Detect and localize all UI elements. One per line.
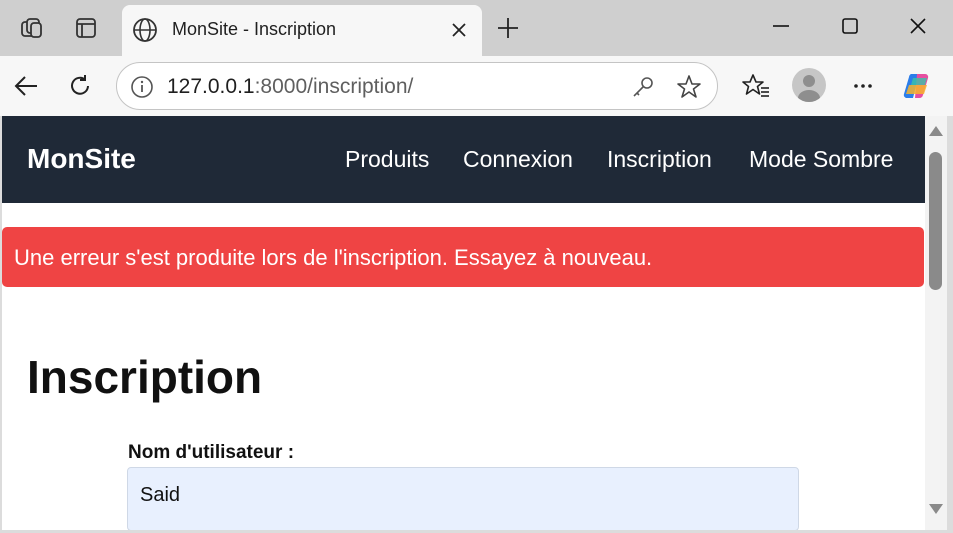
error-alert: Une erreur s'est produite lors de l'insc… (2, 227, 924, 287)
nav-link-inscription[interactable]: Inscription (607, 146, 712, 173)
site-brand[interactable]: MonSite (27, 143, 136, 175)
scroll-down-arrow-icon[interactable] (929, 504, 943, 514)
workspaces-icon[interactable] (16, 12, 48, 44)
vertical-scrollbar[interactable] (925, 116, 947, 530)
tab-actions-icon[interactable] (70, 12, 102, 44)
username-input[interactable] (127, 467, 799, 530)
username-label: Nom d'utilisateur : (128, 442, 295, 463)
key-icon[interactable] (629, 73, 657, 101)
url-path: :8000/inscription/ (254, 75, 414, 98)
page-viewport: MonSite Produits Connexion Inscription M… (2, 116, 925, 530)
active-tab[interactable]: MonSite - Inscription (122, 5, 482, 56)
minimize-icon[interactable] (757, 8, 805, 44)
close-tab-icon[interactable] (446, 17, 472, 43)
window-edge-right (947, 116, 953, 533)
url-host: 127.0.0.1 (167, 75, 255, 98)
favorites-icon[interactable] (738, 68, 774, 104)
scroll-thumb[interactable] (929, 152, 942, 290)
tab-title: MonSite - Inscription (172, 19, 337, 39)
reload-icon[interactable] (62, 68, 98, 104)
globe-icon (132, 17, 158, 43)
profile-avatar[interactable] (792, 68, 826, 102)
favorite-star-icon[interactable] (675, 73, 703, 101)
error-alert-text: Une erreur s'est produite lors de l'insc… (14, 245, 653, 270)
site-navbar: MonSite Produits Connexion Inscription M… (2, 116, 925, 203)
back-icon[interactable] (8, 68, 44, 104)
copilot-icon[interactable] (900, 68, 936, 104)
more-options-icon[interactable] (845, 68, 881, 104)
close-window-icon[interactable] (894, 8, 942, 44)
site-info-icon[interactable] (129, 74, 155, 100)
tab-strip: MonSite - Inscription (0, 0, 953, 56)
new-tab-icon[interactable] (492, 12, 524, 44)
nav-link-connexion[interactable]: Connexion (463, 146, 573, 173)
scroll-up-arrow-icon[interactable] (929, 126, 943, 136)
address-bar[interactable]: 127.0.0.1:8000/inscription/ (116, 62, 718, 110)
page-title: Inscription (27, 351, 263, 403)
nav-link-produits[interactable]: Produits (345, 146, 429, 173)
url-text: 127.0.0.1:8000/inscription/ (167, 75, 413, 99)
nav-link-mode-sombre[interactable]: Mode Sombre (749, 146, 893, 173)
maximize-icon[interactable] (826, 8, 874, 44)
